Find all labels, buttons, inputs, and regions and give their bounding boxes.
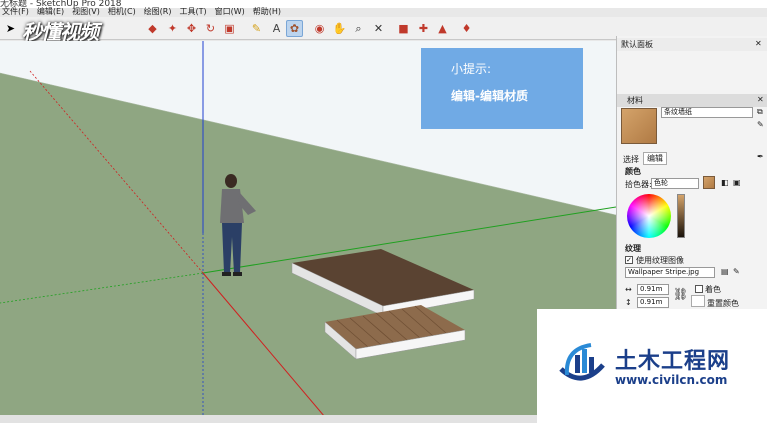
status-bar: [0, 415, 537, 423]
zoom-extents-icon[interactable]: ✕: [370, 20, 387, 37]
extension-icon[interactable]: ✚: [415, 20, 432, 37]
use-texture-checkbox[interactable]: ✓: [625, 256, 633, 264]
tray-close-icon[interactable]: ✕: [755, 39, 762, 48]
ruby-icon[interactable]: ♦: [458, 20, 475, 37]
sample-paint-icon[interactable]: ✎: [757, 120, 764, 129]
width-icon: ↔: [625, 285, 632, 294]
paint-icon[interactable]: ✿: [286, 20, 303, 37]
browse-texture-icon[interactable]: ▤: [721, 267, 729, 276]
scale-icon[interactable]: ▣: [221, 20, 238, 37]
share-icon[interactable]: ▲: [434, 20, 451, 37]
create-material-icon[interactable]: ⧉: [757, 107, 763, 117]
brand-watermark: 土木工程网 www.civilcn.com: [537, 309, 767, 423]
hint-title: 小提示:: [451, 62, 492, 76]
logo: 秒懂视频: [22, 18, 99, 44]
material-name-field[interactable]: 条纹墙纸: [661, 107, 753, 118]
picker-select[interactable]: 色轮: [651, 178, 699, 189]
move-icon[interactable]: ✥: [183, 20, 200, 37]
material-preview-swatch: [621, 108, 657, 144]
tab-select[interactable]: 选择: [623, 154, 639, 165]
tray-title: 默认面板: [617, 38, 767, 51]
reset-color-swatch[interactable]: [691, 295, 705, 307]
texture-width-field[interactable]: 0.91m: [637, 284, 669, 295]
materials-close-icon[interactable]: ✕: [757, 95, 764, 104]
figure-shoe-right: [233, 272, 242, 276]
brightness-slider[interactable]: [677, 194, 685, 238]
orbit-icon[interactable]: ◉: [311, 20, 328, 37]
eyedropper-icon[interactable]: ✒: [757, 152, 764, 161]
height-icon: ↕: [625, 298, 632, 307]
tape-measure-icon[interactable]: ✎: [248, 20, 265, 37]
match-color-icon[interactable]: ◧: [721, 178, 729, 187]
colorize-label: 着色: [705, 285, 721, 294]
paint-bucket-icon[interactable]: ◆: [144, 20, 161, 37]
pan-icon[interactable]: ✋: [331, 20, 348, 37]
push-pull-icon[interactable]: ✦: [164, 20, 181, 37]
rotate-icon[interactable]: ↻: [202, 20, 219, 37]
texture-height-field[interactable]: 0.91m: [637, 297, 669, 308]
use-texture-label: 使用纹理图像: [636, 256, 684, 265]
texture-file-field[interactable]: Wallpaper Stripe.jpg: [625, 267, 715, 278]
brand-logo-icon: [559, 343, 605, 381]
brand-name: 土木工程网: [615, 349, 731, 374]
text-icon[interactable]: A: [268, 20, 285, 37]
reset-color-label: 重置颜色: [707, 299, 739, 308]
hint-body: 编辑-编辑材质: [451, 89, 528, 103]
brand-url: www.civilcn.com: [615, 373, 728, 387]
picker-label: 拾色器:: [625, 180, 652, 189]
figure-shoe-left: [222, 272, 231, 276]
figure-head: [225, 174, 237, 188]
color-wheel[interactable]: [627, 194, 671, 238]
select-arrow-icon[interactable]: ➤: [2, 20, 19, 37]
zoom-icon[interactable]: ⌕: [350, 20, 367, 37]
hint-box: 小提示: 编辑-编辑材质: [421, 48, 583, 129]
lock-aspect-icon[interactable]: ⛓: [673, 287, 688, 301]
edit-texture-icon[interactable]: ✎: [733, 267, 740, 276]
warehouse-icon[interactable]: ■: [395, 20, 412, 37]
colorize-checkbox[interactable]: [695, 285, 703, 293]
match-screen-icon[interactable]: ▣: [733, 178, 741, 187]
materials-header[interactable]: 材料: [617, 94, 767, 107]
color-section-label: 颜色: [625, 167, 641, 176]
color-preview-swatch: [703, 176, 715, 189]
texture-section-label: 纹理: [625, 244, 641, 253]
tab-edit[interactable]: 编辑: [643, 152, 667, 165]
